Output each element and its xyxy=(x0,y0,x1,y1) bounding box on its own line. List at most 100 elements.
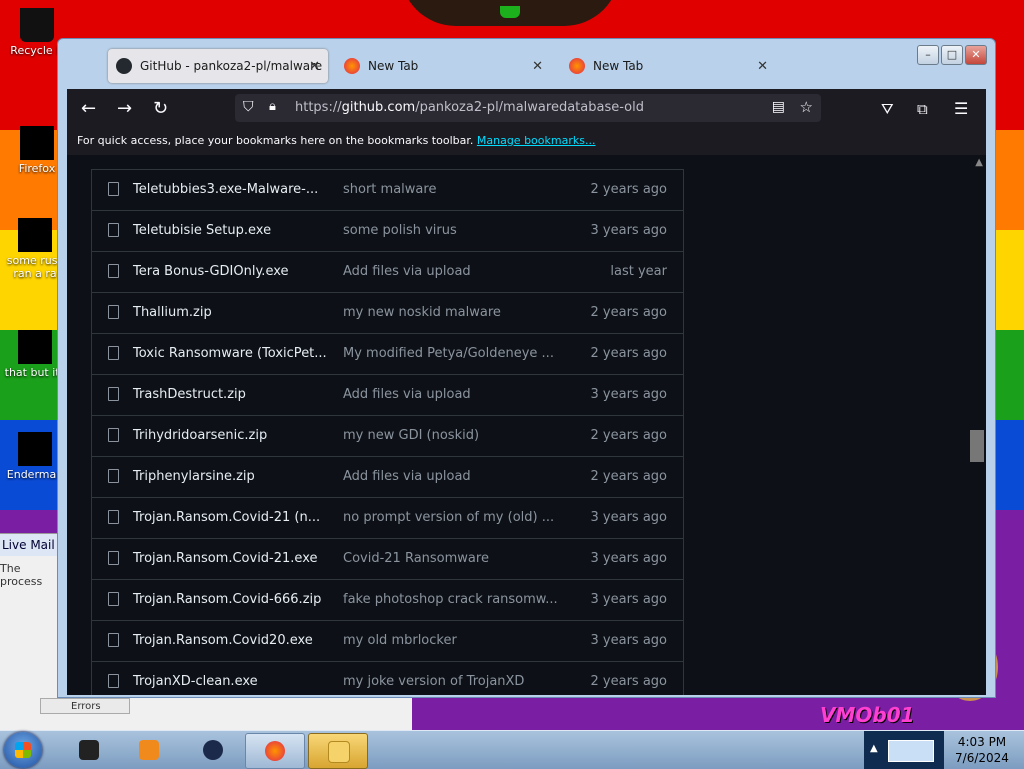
bookmarks-toolbar: For quick access, place your bookmarks h… xyxy=(67,127,986,155)
commit-message[interactable]: some polish virus xyxy=(343,223,457,238)
menu-icon[interactable]: ☰ xyxy=(954,99,968,118)
commit-age: 2 years ago xyxy=(590,182,667,197)
recycle-bin-icon xyxy=(20,8,54,42)
file-name[interactable]: TrashDestruct.zip xyxy=(133,387,246,402)
file-row[interactable]: Teletubisie Setup.exe some polish virus 3 … xyxy=(92,210,683,251)
back-arrow-icon[interactable]: ← xyxy=(81,98,96,119)
commit-message[interactable]: short malware xyxy=(343,182,436,197)
nav-toolbar: ← → ↻ ⛉ 🔒︎ https://github.com/pankoza2-p… xyxy=(67,89,986,127)
network-icon[interactable] xyxy=(888,740,934,762)
errors-tab[interactable]: Errors xyxy=(40,698,130,714)
file-name[interactable]: Teletubisie Setup.exe xyxy=(133,223,271,238)
scrollbar-thumb[interactable] xyxy=(970,430,984,462)
commit-message[interactable]: Add files via upload xyxy=(343,387,471,402)
file-icon xyxy=(18,330,52,364)
taskbar-app-1[interactable] xyxy=(60,733,118,767)
github-icon xyxy=(116,58,132,74)
commit-age: 3 years ago xyxy=(590,633,667,648)
file-name[interactable]: Teletubbies3.exe-Malware-... xyxy=(133,182,318,197)
show-hidden-icons-icon[interactable]: ▲ xyxy=(870,743,878,754)
file-name[interactable]: Thallium.zip xyxy=(133,305,212,320)
commit-age: 2 years ago xyxy=(590,469,667,484)
start-button[interactable] xyxy=(4,732,42,768)
file-icon xyxy=(108,346,119,360)
commit-message[interactable]: my joke version of TrojanXD xyxy=(343,674,524,689)
commit-message[interactable]: my new GDI (noskid) xyxy=(343,428,479,443)
file-name[interactable]: Triphenylarsine.zip xyxy=(133,469,255,484)
file-icon xyxy=(18,218,52,252)
url-text[interactable]: https://github.com/pankoza2-pl/malwareda… xyxy=(295,100,644,115)
taskbar-firefox[interactable] xyxy=(245,733,305,769)
commit-age: 3 years ago xyxy=(590,510,667,525)
file-row[interactable]: TrojanXD-clean.exe my joke version of Tro… xyxy=(92,661,683,695)
scrollbar[interactable]: ▲ xyxy=(968,155,986,695)
firefox-window[interactable]: GitHub - pankoza2-pl/malware ✕ New Tab ✕… xyxy=(57,38,996,698)
scroll-up-icon[interactable]: ▲ xyxy=(975,157,983,168)
tab-bar: GitHub - pankoza2-pl/malware ✕ New Tab ✕… xyxy=(68,45,985,87)
file-row[interactable]: Thallium.zip my new noskid malware 2 years… xyxy=(92,292,683,333)
file-name[interactable]: Trojan.Ransom.Covid20.exe xyxy=(133,633,313,648)
file-row[interactable]: Trojan.Ransom.Covid-666.zip fake photosho… xyxy=(92,579,683,620)
url-bar[interactable]: ⛉ 🔒︎ https://github.com/pankoza2-pl/malw… xyxy=(235,94,821,122)
file-name[interactable]: Trihydridoarsenic.zip xyxy=(133,428,267,443)
close-window-icon[interactable]: ✕ xyxy=(965,45,987,65)
close-tab-icon[interactable]: ✕ xyxy=(757,59,768,74)
file-icon xyxy=(108,264,119,278)
commit-message[interactable]: Add files via upload xyxy=(343,469,471,484)
tab-github[interactable]: GitHub - pankoza2-pl/malware ✕ xyxy=(108,49,328,83)
clock[interactable]: 4:03 PM 7/6/2024 xyxy=(940,734,1024,766)
commit-age: 3 years ago xyxy=(590,592,667,607)
file-name[interactable]: Trojan.Ransom.Covid-21.exe xyxy=(133,551,317,566)
taskbar-explorer[interactable] xyxy=(308,733,368,769)
maximize-icon[interactable]: □ xyxy=(941,45,963,65)
file-row[interactable]: Triphenylarsine.zip Add files via upload 2… xyxy=(92,456,683,497)
bookmark-star-icon[interactable]: ☆ xyxy=(800,98,813,116)
file-name[interactable]: Trojan.Ransom.Covid-21 (n... xyxy=(133,510,320,525)
file-name[interactable]: Toxic Ransomware (ToxicPet... xyxy=(133,346,327,361)
commit-message[interactable]: no prompt version of my (old) ... xyxy=(343,510,554,525)
file-name[interactable]: Trojan.Ransom.Covid-666.zip xyxy=(133,592,321,607)
close-tab-icon[interactable]: ✕ xyxy=(309,59,320,74)
clock-date: 7/6/2024 xyxy=(955,751,1009,765)
minimize-icon[interactable]: – xyxy=(917,45,939,65)
file-row[interactable]: Trojan.Ransom.Covid-21.exe Covid-21 Ranso… xyxy=(92,538,683,579)
clock-time: 4:03 PM xyxy=(957,735,1007,749)
tab-new-2[interactable]: New Tab ✕ xyxy=(561,49,776,83)
commit-message[interactable]: Covid-21 Ransomware xyxy=(343,551,489,566)
reload-icon[interactable]: ↻ xyxy=(153,98,168,119)
reader-view-icon[interactable]: ▤ xyxy=(772,99,785,115)
forward-arrow-icon[interactable]: → xyxy=(117,98,132,119)
manage-bookmarks-link[interactable]: Manage bookmarks... xyxy=(477,134,596,147)
commit-message[interactable]: my new noskid malware xyxy=(343,305,501,320)
close-tab-icon[interactable]: ✕ xyxy=(532,59,543,74)
commit-message[interactable]: Add files via upload xyxy=(343,264,471,279)
file-name[interactable]: Tera Bonus-GDIOnly.exe xyxy=(133,264,289,279)
live-mail-title: Live Mail xyxy=(0,534,60,556)
taskbar-media-player[interactable] xyxy=(120,733,178,767)
file-row[interactable]: Toxic Ransomware (ToxicPet... My modified… xyxy=(92,333,683,374)
app-icon xyxy=(79,740,99,760)
commit-message[interactable]: my old mbrlocker xyxy=(343,633,457,648)
commit-message[interactable]: fake photoshop crack ransomw... xyxy=(343,592,558,607)
desktop-icon-label: Firefox xyxy=(18,162,56,175)
commit-age: 3 years ago xyxy=(590,387,667,402)
file-row[interactable]: TrashDestruct.zip Add files via upload 3 y… xyxy=(92,374,683,415)
file-row[interactable]: Trihydridoarsenic.zip my new GDI (noskid)… xyxy=(92,415,683,456)
tab-new-1[interactable]: New Tab ✕ xyxy=(336,49,551,83)
file-icon xyxy=(108,223,119,237)
file-row[interactable]: Teletubbies3.exe-Malware-... short malwar… xyxy=(92,169,683,210)
taskbar-app-3[interactable] xyxy=(184,733,242,767)
file-row[interactable]: Tera Bonus-GDIOnly.exe Add files via uplo… xyxy=(92,251,683,292)
file-row[interactable]: Trojan.Ransom.Covid20.exe my old mbrlocke… xyxy=(92,620,683,661)
shield-icon[interactable]: ⛉ xyxy=(243,99,254,115)
file-row[interactable]: Trojan.Ransom.Covid-21 (n... no prompt ve… xyxy=(92,497,683,538)
pocket-icon[interactable]: ⛛ xyxy=(881,100,894,118)
tab-label: GitHub - pankoza2-pl/malware xyxy=(140,59,323,73)
lock-icon[interactable]: 🔒︎ xyxy=(269,99,276,114)
commit-message[interactable]: My modified Petya/Goldeneye ... xyxy=(343,346,554,361)
file-icon xyxy=(108,428,119,442)
file-name[interactable]: TrojanXD-clean.exe xyxy=(133,674,258,689)
live-mail-text: The process xyxy=(0,562,43,588)
file-icon xyxy=(108,674,119,688)
extensions-icon[interactable]: ⧉ xyxy=(917,100,928,118)
